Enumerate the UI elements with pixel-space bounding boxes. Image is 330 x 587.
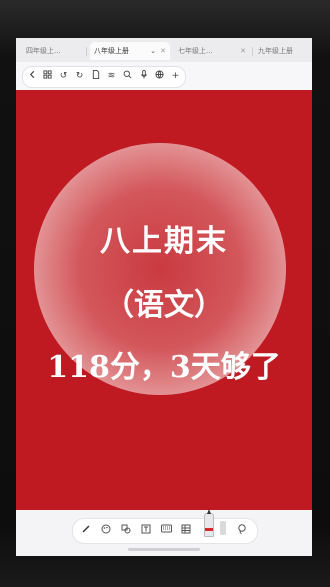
layers-icon[interactable]: ≋ (105, 70, 118, 83)
document-icon[interactable] (89, 70, 102, 83)
title-line: 八上期末 (100, 224, 228, 259)
marker-pen-icon[interactable] (204, 509, 214, 537)
subject-line: （语文） (104, 288, 224, 323)
undo-icon[interactable]: ↺ (57, 70, 70, 83)
highlighter-icon[interactable] (220, 521, 226, 535)
tab-grade8-volume1[interactable]: 八年级上册 ⌄ ✕ (90, 42, 170, 60)
tab-divider (252, 47, 253, 56)
app-screen: 四年级上... 八年级上册 ⌄ ✕ 七年级上... ✕ 九年级上册 ↺ ↻ ≋ … (16, 38, 312, 556)
tab-label: 八年级上册 (94, 47, 129, 55)
grid-icon[interactable] (41, 70, 54, 83)
pen-tool-icon[interactable] (79, 524, 93, 538)
tab-grade7-volume1[interactable]: 七年级上... ✕ (174, 42, 250, 60)
tab-bar: 四年级上... 八年级上册 ⌄ ✕ 七年级上... ✕ 九年级上册 (16, 38, 312, 63)
note-page: 八上期末 （语文） 118分，3天够了 (16, 90, 312, 510)
redo-icon[interactable]: ↻ (73, 70, 86, 83)
search-icon[interactable] (121, 70, 134, 83)
lasso-icon[interactable] (235, 524, 249, 538)
toolbar-pill: ↺ ↻ ≋ + (22, 66, 186, 88)
plus-icon[interactable]: + (169, 70, 182, 83)
chevron-down-icon[interactable]: ⌄ (150, 42, 156, 60)
pen-color-band (205, 528, 213, 531)
tab-label: 四年级上... (26, 47, 61, 55)
close-icon[interactable]: ✕ (240, 42, 246, 60)
bottom-area (16, 509, 312, 556)
back-icon[interactable] (26, 70, 39, 83)
palette-icon[interactable] (99, 524, 113, 538)
tab-label: 七年级上... (178, 47, 213, 55)
close-icon[interactable]: ✕ (160, 42, 166, 60)
table-icon[interactable] (179, 524, 193, 538)
tab-divider (86, 47, 87, 56)
score-line: 118分，3天够了 (47, 350, 281, 385)
pen-tip (207, 509, 211, 514)
text-box-icon[interactable] (139, 524, 153, 538)
globe-icon[interactable] (153, 70, 166, 83)
tab-grade9-volume1[interactable]: 九年级上册 (254, 42, 312, 60)
tab-grade4-volume1[interactable]: 四年级上... (22, 42, 84, 60)
home-indicator (128, 548, 200, 551)
tool-dock (72, 509, 258, 544)
microphone-icon[interactable] (137, 70, 150, 83)
tab-label: 九年级上册 (258, 47, 293, 55)
keyboard-icon[interactable] (159, 524, 173, 538)
shapes-icon[interactable] (119, 524, 133, 538)
toolbar: ↺ ↻ ≋ + (16, 62, 312, 90)
